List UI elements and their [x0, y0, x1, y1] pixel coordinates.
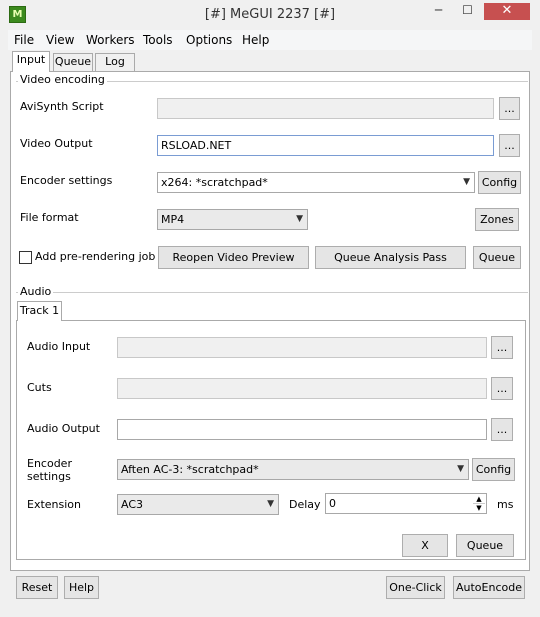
video-config-button[interactable]: Config [478, 171, 521, 194]
audio-encoder-value: Aften AC-3: *scratchpad* [121, 463, 259, 476]
chevron-down-icon: ▼ [267, 499, 274, 509]
chevron-down-icon: ▼ [463, 177, 470, 187]
audio-input-browse-button[interactable]: ... [491, 336, 513, 359]
video-queue-button[interactable]: Queue [473, 246, 521, 269]
audio-clear-button[interactable]: X [402, 534, 448, 557]
cuts-browse-button[interactable]: ... [491, 377, 513, 400]
extension-value: AC3 [121, 498, 144, 511]
zones-button[interactable]: Zones [475, 208, 519, 231]
menu-workers[interactable]: Workers [80, 30, 141, 50]
menu-view[interactable]: View [40, 30, 80, 50]
menu-tools[interactable]: Tools [137, 30, 179, 50]
avisynth-input[interactable] [157, 98, 494, 119]
menu-bar: File View Workers Tools Options Help [8, 30, 532, 50]
tab-input[interactable]: Input [12, 51, 50, 72]
chevron-down-icon: ▼ [296, 214, 303, 224]
video-output-label: Video Output [20, 137, 93, 150]
video-encoder-select[interactable]: x264: *scratchpad* ▼ [157, 172, 475, 193]
encoder-settings-label: Encoder settings [20, 174, 113, 187]
cuts-input[interactable] [117, 378, 487, 399]
delay-unit: ms [497, 498, 514, 511]
maximize-button[interactable]: ☐ [454, 3, 481, 20]
video-output-input[interactable]: RSLOAD.NET [157, 135, 494, 156]
cuts-label: Cuts [27, 381, 52, 394]
audio-encoder-select[interactable]: Aften AC-3: *scratchpad* ▼ [117, 459, 469, 480]
help-button[interactable]: Help [64, 576, 99, 599]
audio-output-input[interactable] [117, 419, 487, 440]
video-encoder-value: x264: *scratchpad* [161, 176, 268, 189]
spin-down-icon[interactable]: ▼ [473, 504, 485, 513]
file-format-label: File format [20, 211, 79, 224]
spin-up-icon[interactable]: ▲ [473, 495, 485, 504]
autoencode-button[interactable]: AutoEncode [453, 576, 525, 599]
audio-group-label: Audio [18, 285, 54, 298]
avisynth-label: AviSynth Script [20, 100, 104, 113]
delay-value: 0 [329, 497, 336, 510]
video-output-browse-button[interactable]: ... [499, 134, 520, 157]
audio-input-input[interactable] [117, 337, 487, 358]
menu-file[interactable]: File [8, 30, 40, 50]
audio-config-button[interactable]: Config [472, 458, 515, 481]
reset-button[interactable]: Reset [16, 576, 58, 599]
tab-track-1[interactable]: Track 1 [17, 301, 62, 321]
audio-input-label: Audio Input [27, 340, 91, 353]
video-group-label: Video encoding [18, 73, 107, 86]
delay-label: Delay [289, 498, 321, 511]
file-format-value: MP4 [161, 213, 185, 226]
extension-select[interactable]: AC3 ▼ [117, 494, 279, 515]
minimize-button[interactable]: ─ [425, 3, 452, 20]
one-click-button[interactable]: One-Click [386, 576, 445, 599]
tab-queue[interactable]: Queue [53, 53, 93, 71]
audio-encoder-settings-label: Encoder settings [27, 457, 72, 483]
close-button[interactable]: ✕ [484, 3, 530, 20]
chevron-down-icon: ▼ [457, 464, 464, 474]
prerender-checkbox[interactable] [19, 251, 32, 264]
menu-help[interactable]: Help [236, 30, 275, 50]
audio-output-label: Audio Output [27, 422, 100, 435]
avisynth-browse-button[interactable]: ... [499, 97, 520, 120]
audio-group-divider [16, 292, 528, 293]
audio-output-browse-button[interactable]: ... [491, 418, 513, 441]
queue-analysis-pass-button[interactable]: Queue Analysis Pass [315, 246, 466, 269]
megui-window: M [#] MeGUI 2237 [#] ─ ☐ ✕ File View Wor… [0, 0, 540, 617]
tab-log[interactable]: Log [95, 53, 135, 71]
delay-input[interactable]: 0 ▲ ▼ [325, 493, 487, 514]
extension-label: Extension [27, 498, 82, 511]
menu-options[interactable]: Options [180, 30, 238, 50]
prerender-label: Add pre-rendering job [35, 250, 156, 263]
audio-queue-button[interactable]: Queue [456, 534, 514, 557]
file-format-select[interactable]: MP4 ▼ [157, 209, 308, 230]
reopen-video-preview-button[interactable]: Reopen Video Preview [158, 246, 309, 269]
